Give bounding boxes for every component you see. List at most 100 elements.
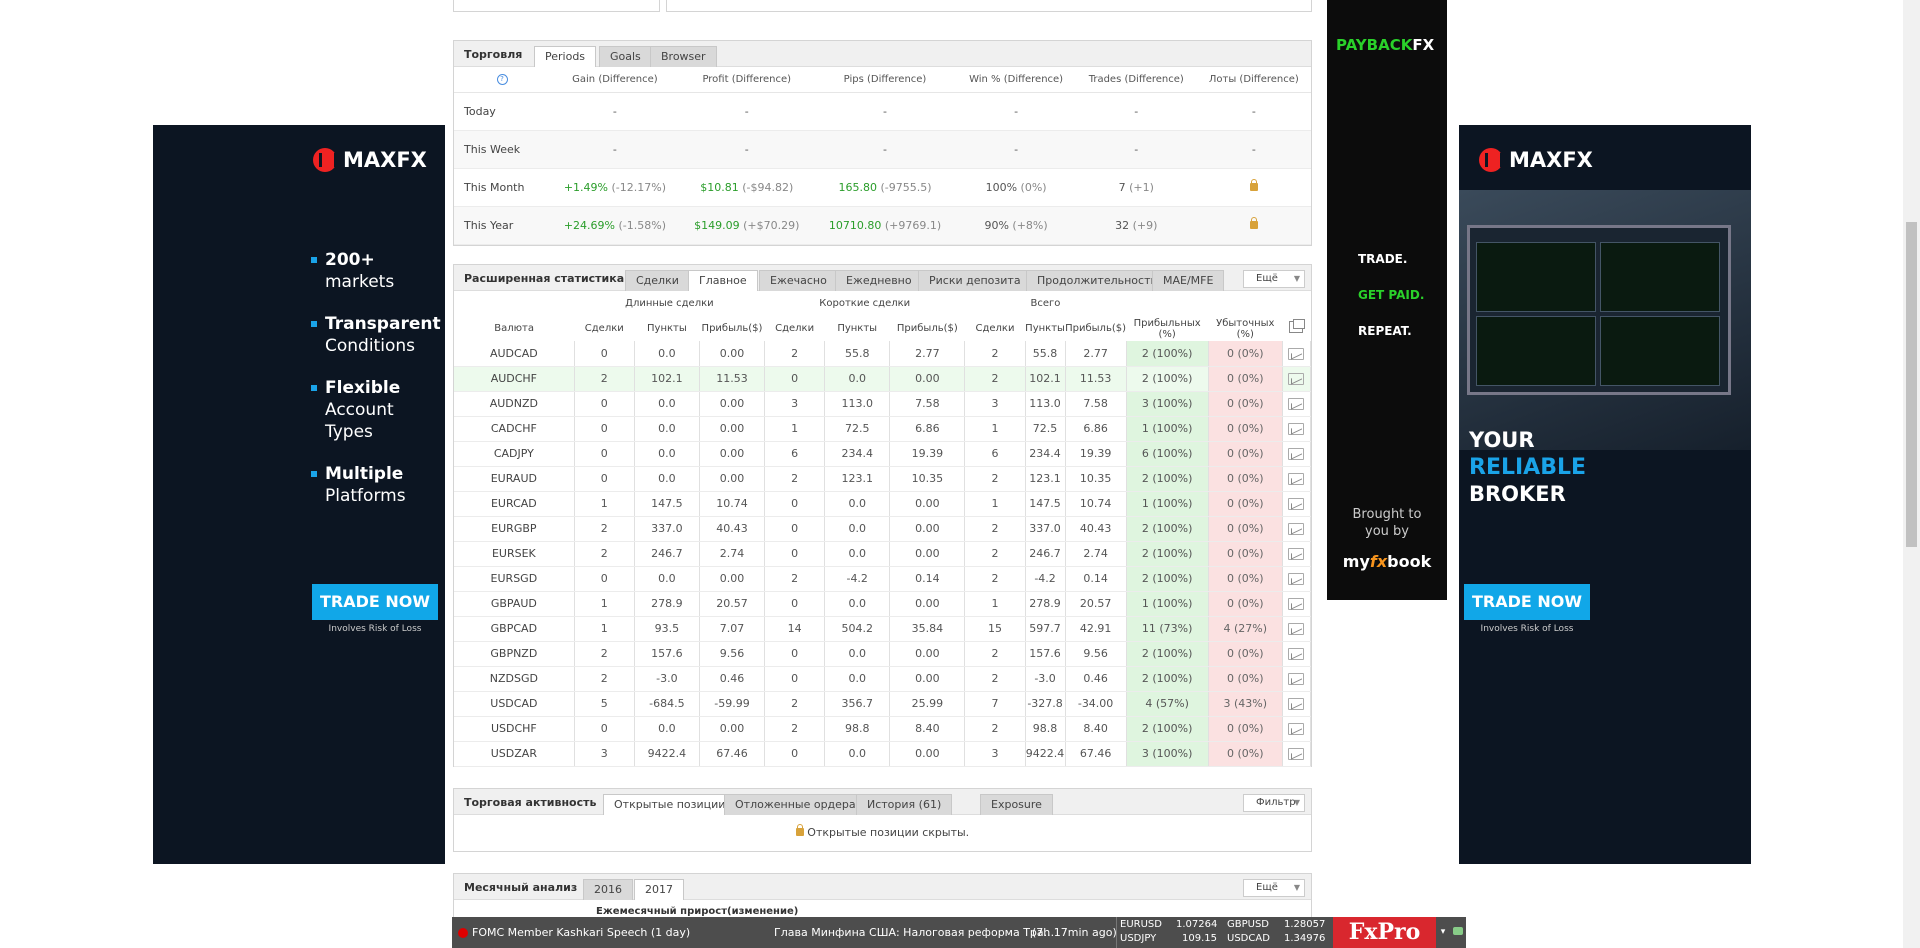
chevron-down-icon[interactable]: ▾: [1436, 917, 1450, 948]
tab-browser[interactable]: Browser: [650, 46, 717, 67]
stat-cell: 0.00: [889, 666, 966, 692]
stat-cell: 2: [764, 566, 826, 592]
tab-pending-orders[interactable]: Отложенные ордера: [724, 794, 867, 815]
tab-duration[interactable]: Продолжительность: [1026, 270, 1168, 291]
help-icon[interactable]: ?: [496, 74, 508, 86]
trade-now-button[interactable]: TRADE NOW: [312, 584, 438, 620]
chart-cell[interactable]: [1282, 491, 1312, 517]
ad-banner-left[interactable]: MAXFX 200+ markets Transparent Conditions …: [153, 125, 445, 864]
tab-2016[interactable]: 2016: [583, 879, 633, 900]
chart-cell[interactable]: [1282, 341, 1312, 367]
tab-deals[interactable]: Сделки: [625, 270, 690, 291]
stat-cell: 0 (0%): [1208, 366, 1283, 392]
chart-cell[interactable]: [1282, 616, 1312, 642]
line-chart-icon[interactable]: [1288, 448, 1305, 460]
scrollbar-thumb[interactable]: [1906, 222, 1917, 547]
line-chart-icon[interactable]: [1288, 423, 1305, 435]
maxfx-brand: MAXFX: [1509, 148, 1593, 172]
line-chart-icon[interactable]: [1288, 573, 1305, 585]
chart-cell[interactable]: [1282, 741, 1312, 767]
tab-mae-mfe[interactable]: MAE/MFE: [1152, 270, 1225, 291]
filter-dropdown[interactable]: Фильтр: [1243, 794, 1305, 812]
more-dropdown[interactable]: Ещё: [1243, 270, 1305, 288]
line-chart-icon[interactable]: [1288, 473, 1305, 485]
stat-cell: 2.77: [1065, 341, 1127, 367]
line-chart-icon[interactable]: [1288, 723, 1305, 735]
tab-goals[interactable]: Goals: [599, 46, 652, 67]
quote-symbol[interactable]: GBPUSD: [1227, 919, 1269, 930]
quote-symbol[interactable]: USDCAD: [1227, 933, 1270, 944]
chart-cell[interactable]: [1282, 716, 1312, 742]
line-chart-icon[interactable]: [1288, 698, 1305, 710]
chart-cell[interactable]: [1282, 591, 1312, 617]
tab-open-positions[interactable]: Открытые позиции: [603, 794, 737, 815]
table-row: Today - - - - - -: [454, 92, 1311, 131]
chart-cell[interactable]: [1282, 641, 1312, 667]
page-scrollbar[interactable]: [1903, 0, 1920, 948]
calendar-event-link[interactable]: FOMC Member Kashkari Speech (1 day): [472, 926, 690, 939]
stat-cell: 0.46: [1065, 666, 1127, 692]
tab-2017[interactable]: 2017: [634, 879, 684, 900]
chart-cell[interactable]: [1282, 466, 1312, 492]
tab-history[interactable]: История (61): [856, 794, 953, 815]
column-header: Сделки: [584, 323, 624, 334]
tab-daily[interactable]: Ежедневно: [835, 270, 923, 291]
quote-symbol[interactable]: EURUSD: [1120, 919, 1162, 930]
tab-periods[interactable]: Periods: [534, 46, 597, 67]
currency-cell: GBPCAD: [454, 616, 575, 642]
line-chart-icon[interactable]: [1288, 347, 1305, 360]
stat-cell: 7: [964, 691, 1026, 717]
group-header-short: Короткие сделки: [819, 298, 911, 309]
table-row: EURSGD 0 0.0 0.00 2 -4.2 0.14 2 -4.2 0.14 2 (100%)…: [454, 566, 1312, 592]
line-chart-icon[interactable]: [1288, 748, 1305, 760]
line-chart-icon[interactable]: [1288, 548, 1305, 560]
line-chart-icon[interactable]: [1288, 673, 1305, 685]
column-header: Прибыль($): [896, 323, 958, 334]
line-chart-icon[interactable]: [1288, 398, 1305, 410]
stat-cell: 2 (100%): [1126, 541, 1209, 567]
stat-cell: -4.2: [824, 566, 891, 592]
chart-cell[interactable]: [1282, 566, 1312, 592]
line-chart-icon[interactable]: [1288, 648, 1305, 660]
chart-cell[interactable]: [1282, 441, 1312, 467]
stat-cell: 10.35: [1065, 466, 1127, 492]
line-chart-icon[interactable]: [1288, 598, 1305, 610]
trade-now-button[interactable]: TRADE NOW: [1464, 584, 1590, 620]
stat-cell: 0: [574, 391, 635, 417]
line-chart-icon[interactable]: [1288, 498, 1305, 510]
tab-exposure[interactable]: Exposure: [980, 794, 1053, 815]
line-chart-icon[interactable]: [1288, 523, 1305, 535]
news-headline-link[interactable]: Глава Минфина США: Налоговая реформа Тра…: [774, 926, 1054, 939]
more-dropdown[interactable]: Ещё: [1243, 879, 1305, 897]
stat-cell: 2: [574, 366, 635, 392]
paybackfx-ad[interactable]: PAYBACKFX TRADE. GET PAID. REPEAT. Broug…: [1327, 0, 1447, 600]
column-header: Пункты: [837, 323, 878, 334]
stat-cell: 0.00: [699, 416, 766, 442]
chart-cell[interactable]: [1282, 666, 1312, 692]
stat-cell: 0 (0%): [1208, 416, 1283, 442]
chart-cell[interactable]: [1282, 691, 1312, 717]
expand-cell[interactable]: [1282, 316, 1310, 341]
trading-activity-panel: Торговая активность Открытые позиции Отл…: [453, 788, 1312, 852]
fxpro-logo[interactable]: FxPro: [1333, 917, 1436, 948]
tab-main[interactable]: Главное: [688, 270, 758, 291]
chat-icon[interactable]: [1450, 917, 1466, 948]
line-chart-icon[interactable]: [1288, 373, 1305, 385]
help-cell[interactable]: ?: [454, 67, 550, 93]
chart-cell[interactable]: [1282, 516, 1312, 542]
stat-cell: -4.2: [1025, 566, 1066, 592]
hidden-positions-text: Открытые позиции скрыты.: [807, 826, 970, 839]
gain-cell: +24.69% (-1.58%): [550, 206, 680, 245]
popout-window-icon[interactable]: [1289, 319, 1306, 333]
chart-cell[interactable]: [1282, 416, 1312, 442]
lock-icon: [795, 824, 804, 836]
chart-cell[interactable]: [1282, 391, 1312, 417]
chart-cell[interactable]: [1282, 541, 1312, 567]
ad-banner-right[interactable]: MAXFX YOUR RELIABLE BROKER TRADE NOW Inv…: [1459, 125, 1751, 864]
stat-cell: 0.00: [699, 341, 766, 367]
chart-cell[interactable]: [1282, 366, 1312, 392]
quote-symbol[interactable]: USDJPY: [1120, 933, 1156, 944]
tab-deposit-risk[interactable]: Риски депозита: [918, 270, 1032, 291]
line-chart-icon[interactable]: [1288, 623, 1305, 635]
tab-hourly[interactable]: Ежечасно: [759, 270, 838, 291]
